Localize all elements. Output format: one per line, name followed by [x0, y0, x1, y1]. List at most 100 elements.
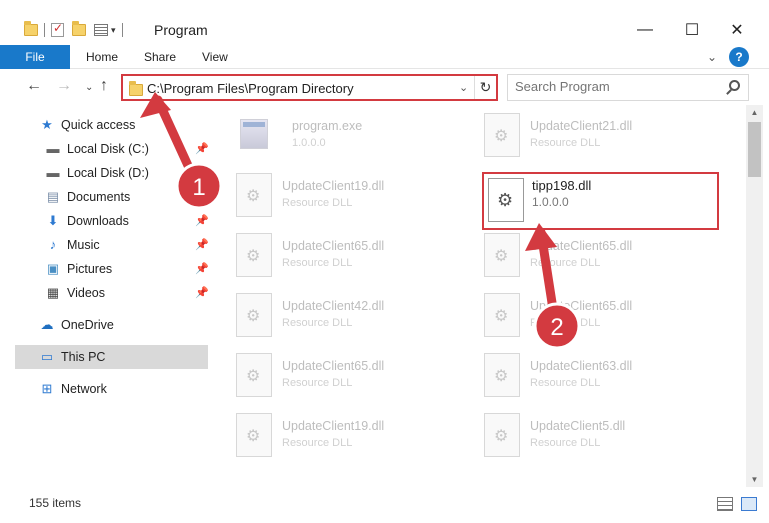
tab-home[interactable]: Home — [86, 45, 118, 69]
tab-view[interactable]: View — [202, 45, 228, 69]
file-item[interactable]: UpdateClient63.dll Resource DLL — [484, 353, 684, 403]
forward-arrow-icon[interactable]: → — [56, 77, 72, 95]
sidebar-item-network[interactable]: ⊞ Network — [39, 377, 107, 400]
scroll-down-arrow-icon[interactable]: ▼ — [746, 472, 763, 487]
navigation-bar: ← → ⌄ ↑ C:\Program Files\Program Directo… — [0, 71, 769, 105]
file-item[interactable]: UpdateClient19.dll Resource DLL — [236, 413, 436, 463]
folder-icon — [129, 81, 143, 96]
pin-icon[interactable]: 📌 — [195, 142, 209, 155]
dll-file-icon — [484, 233, 520, 277]
search-input[interactable] — [515, 79, 715, 94]
dll-file-icon — [488, 178, 524, 222]
file-list: program.exe 1.0.0.0 UpdateClient19.dll R… — [210, 105, 746, 487]
pin-icon[interactable]: 📌 — [195, 286, 209, 299]
details-view-icon[interactable] — [717, 497, 733, 511]
music-icon: ♪ — [49, 237, 57, 252]
properties-icon[interactable] — [94, 24, 108, 36]
close-button[interactable]: ✕ — [722, 18, 752, 42]
chevron-down-icon[interactable]: ⌄ — [459, 81, 468, 94]
dll-file-icon — [236, 353, 272, 397]
file-item[interactable]: UpdateClient5.dll Resource DLL — [484, 413, 684, 463]
maximize-button[interactable]: ☐ — [677, 18, 707, 42]
properties-check-icon[interactable] — [51, 21, 64, 37]
sidebar-item-onedrive[interactable]: ☁ OneDrive — [39, 313, 114, 336]
file-name: UpdateClient21.dll — [530, 119, 633, 133]
refresh-icon[interactable]: ↻ — [474, 76, 496, 99]
new-folder-icon[interactable] — [72, 21, 86, 36]
back-arrow-icon[interactable]: ← — [26, 77, 42, 95]
sidebar-item-downloads[interactable]: ⬇ Downloads — [45, 209, 129, 232]
sidebar-item-documents[interactable]: ▤ Documents — [45, 185, 130, 208]
file-name: program.exe — [292, 119, 363, 133]
expand-ribbon-icon[interactable]: ⌄ — [707, 50, 717, 64]
pin-icon[interactable]: 📌 — [195, 238, 209, 251]
sidebar-item-videos[interactable]: ▦ Videos — [45, 281, 105, 304]
sidebar-item-local-disk-c[interactable]: ▬ Local Disk (C:) — [45, 137, 149, 160]
recent-locations-chevron-icon[interactable]: ⌄ — [85, 82, 93, 93]
highlighted-file-item[interactable]: tipp198.dll 1.0.0.0 — [482, 172, 719, 230]
ribbon-tabs: File Home Share View ⌄ ? — [0, 45, 769, 69]
tab-file[interactable]: File — [0, 45, 70, 69]
drive-icon: ▬ — [46, 141, 60, 156]
title-bar: ▾ Program — ☐ ✕ — [0, 0, 769, 44]
scroll-up-arrow-icon[interactable]: ▲ — [746, 105, 763, 120]
scrollbar-thumb[interactable] — [748, 122, 761, 177]
exe-file-icon — [240, 119, 268, 149]
dll-file-icon — [236, 233, 272, 277]
sidebar-item-music[interactable]: ♪ Music — [45, 233, 100, 256]
file-item[interactable]: UpdateClient65.dll Resource DLL — [236, 233, 436, 283]
folder-icon[interactable] — [24, 21, 38, 36]
address-bar[interactable]: C:\Program Files\Program Directory ⌄ ↻ — [121, 74, 498, 101]
file-item[interactable]: UpdateClient65.dll Resource DLL — [484, 293, 684, 343]
pin-icon[interactable]: 📌 — [195, 262, 209, 275]
file-type: Resource DLL — [282, 437, 353, 449]
minimize-button[interactable]: — — [630, 18, 660, 42]
pin-icon[interactable]: 📌 — [195, 214, 209, 227]
file-item[interactable]: UpdateClient65.dll Resource DLL — [484, 233, 684, 283]
file-type: Resource DLL — [530, 437, 601, 449]
file-name: UpdateClient42.dll — [282, 299, 385, 313]
search-box[interactable] — [507, 74, 749, 101]
file-item[interactable]: UpdateClient21.dll Resource DLL — [484, 113, 684, 163]
pin-icon[interactable]: 📌 — [195, 190, 209, 203]
large-icons-view-icon[interactable] — [741, 497, 757, 511]
quick-access-toolbar: ▾ — [24, 20, 129, 40]
file-name: UpdateClient5.dll — [530, 419, 626, 433]
chevron-down-icon[interactable]: ▾ — [111, 25, 116, 36]
navigation-pane: ★ Quick access ▬ Local Disk (C:) 📌 ▬ Loc… — [15, 112, 210, 487]
sidebar-item-label: Pictures — [67, 261, 113, 276]
file-type: Resource DLL — [282, 317, 353, 329]
status-bar: 155 items — [0, 490, 769, 523]
file-name: UpdateClient65.dll — [530, 299, 633, 313]
vertical-scrollbar[interactable]: ▲ ▼ — [746, 105, 763, 487]
address-path[interactable]: C:\Program Files\Program Directory — [147, 81, 354, 96]
file-item[interactable]: UpdateClient42.dll Resource DLL — [236, 293, 436, 343]
dll-file-icon — [484, 293, 520, 337]
sidebar-item-this-pc[interactable]: ▭ This PC — [39, 345, 106, 368]
file-name: tipp198.dll — [532, 178, 592, 193]
file-item[interactable]: program.exe 1.0.0.0 — [240, 113, 440, 163]
drive-icon: ▬ — [46, 165, 60, 180]
divider — [44, 23, 45, 37]
sidebar-item-quick-access[interactable]: ★ Quick access — [39, 113, 135, 136]
help-button[interactable]: ? — [729, 47, 749, 67]
file-item[interactable]: UpdateClient19.dll Resource DLL — [236, 173, 436, 223]
dll-file-icon — [236, 413, 272, 457]
sidebar-item-label: This PC — [61, 349, 106, 364]
up-arrow-icon[interactable]: ↑ — [100, 77, 108, 95]
tab-share[interactable]: Share — [144, 45, 176, 69]
window-title: Program — [154, 22, 208, 38]
search-icon[interactable] — [729, 80, 740, 91]
sidebar-item-label: Documents — [67, 189, 131, 204]
computer-icon: ▭ — [40, 348, 54, 364]
divider — [121, 23, 123, 37]
sidebar-item-pictures[interactable]: ▣ Pictures — [45, 257, 112, 280]
sidebar-item-local-disk-d[interactable]: ▬ Local Disk (D:) — [45, 161, 149, 184]
network-icon: ⊞ — [41, 380, 53, 396]
file-item[interactable]: UpdateClient65.dll Resource DLL — [236, 353, 436, 403]
file-type: Resource DLL — [282, 257, 353, 269]
videos-icon: ▦ — [46, 284, 60, 300]
file-type: Resource DLL — [282, 197, 353, 209]
file-name: UpdateClient65.dll — [282, 359, 385, 373]
file-type: Resource DLL — [530, 377, 601, 389]
